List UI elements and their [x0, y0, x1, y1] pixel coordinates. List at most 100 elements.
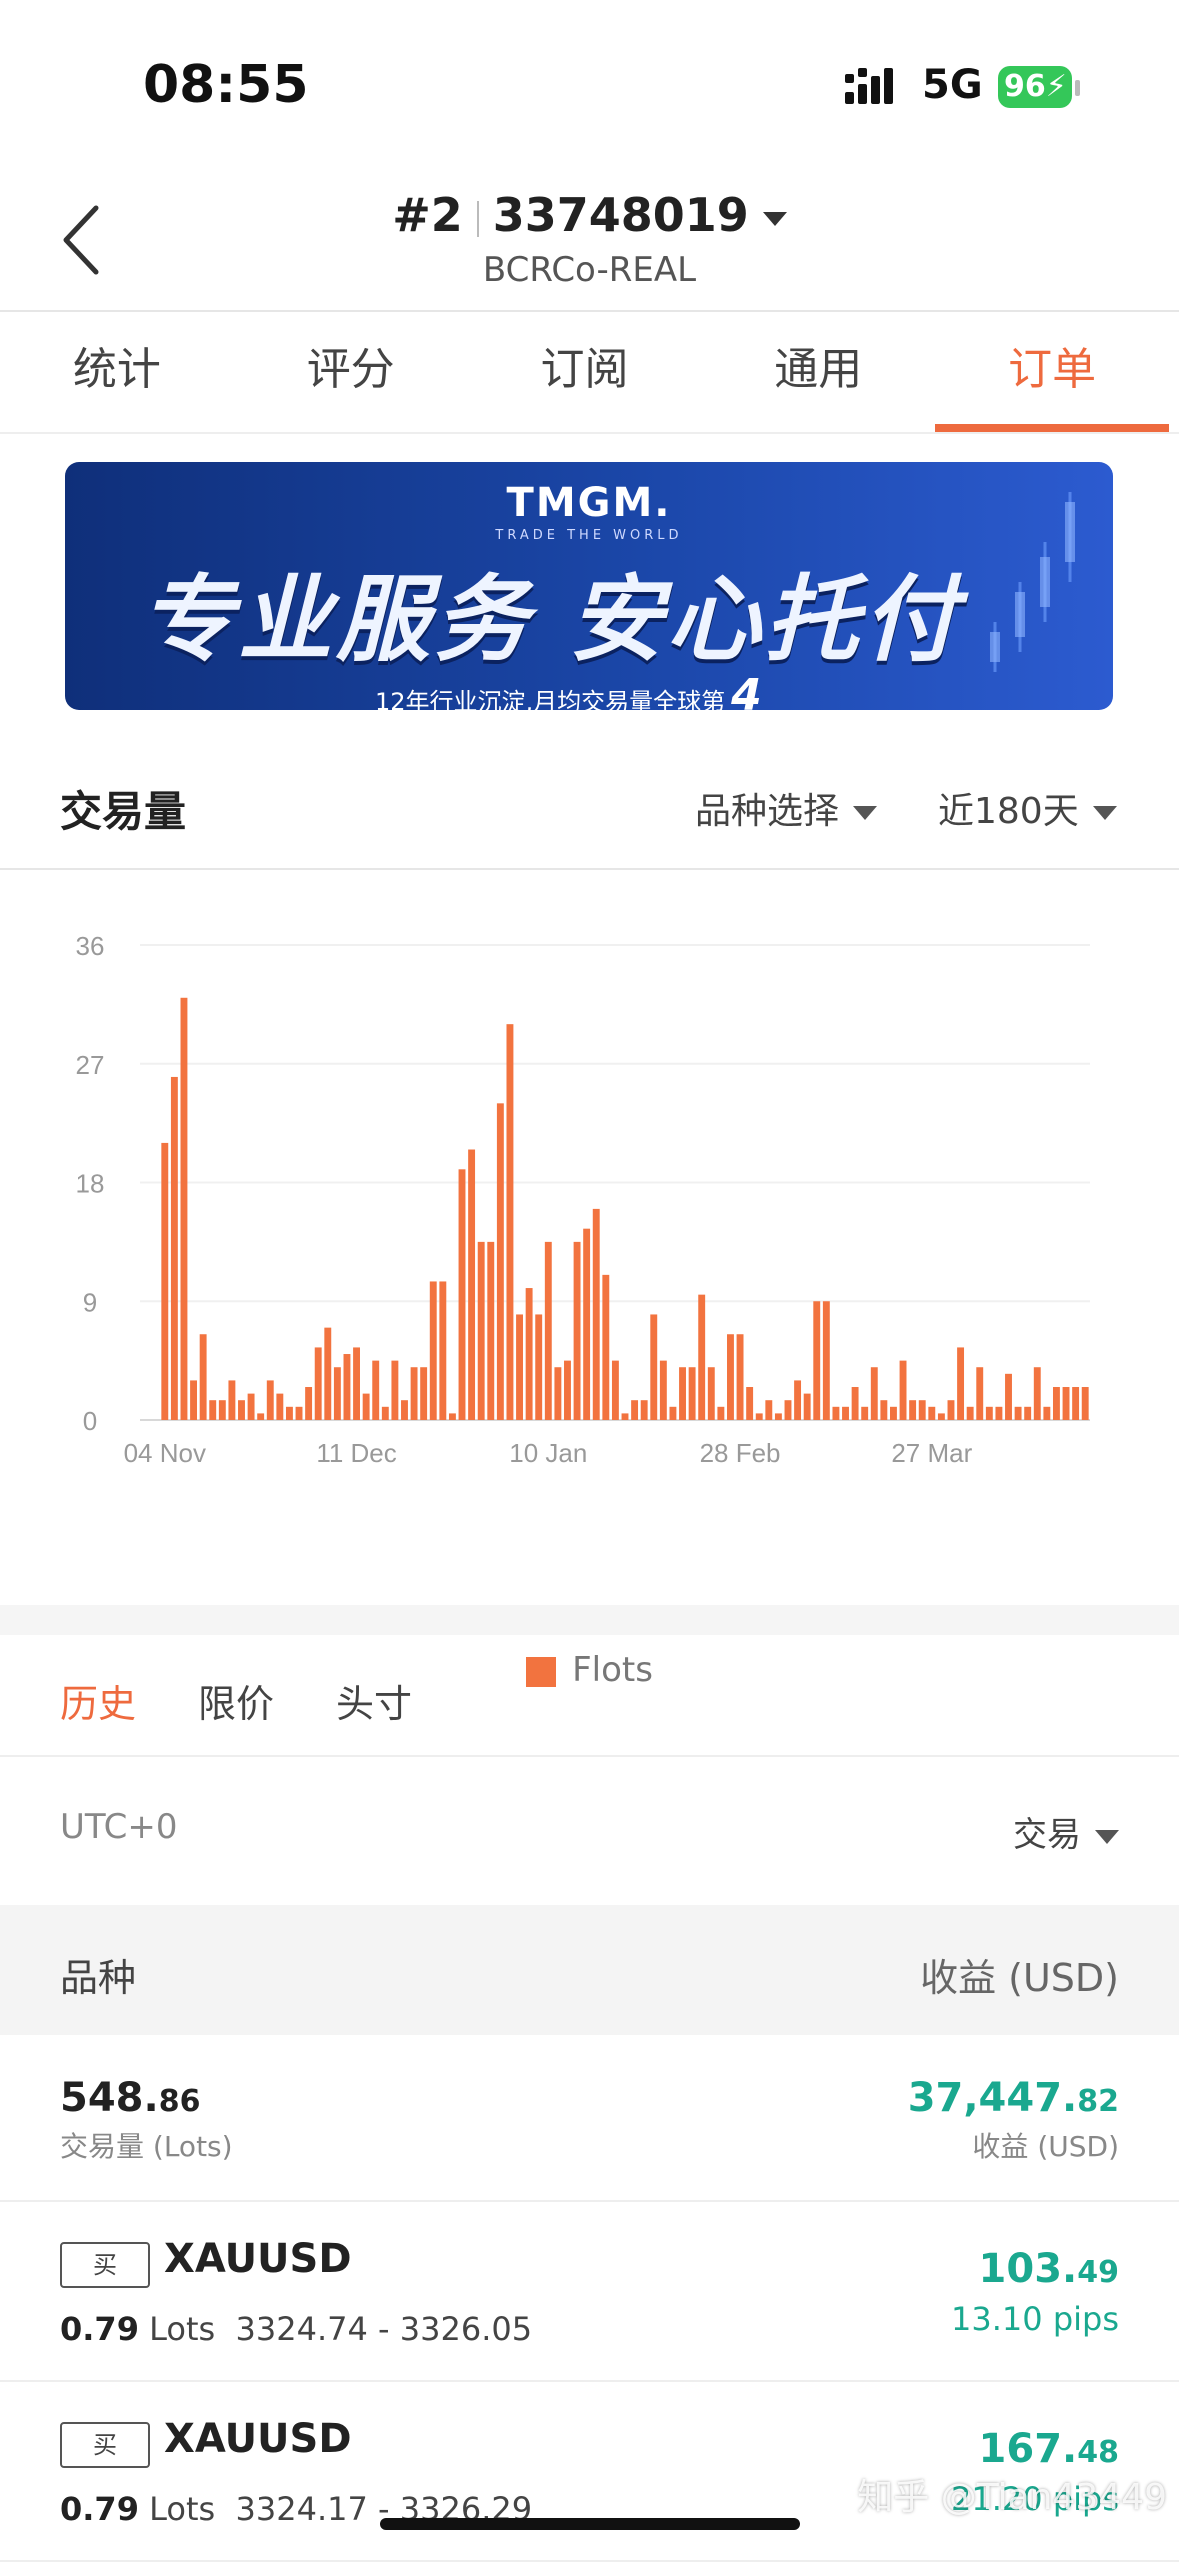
chart-bar[interactable] [995, 1406, 1003, 1420]
chart-bar[interactable] [727, 1334, 734, 1420]
chart-bar[interactable] [525, 1288, 533, 1420]
chart-bar[interactable] [448, 1413, 456, 1420]
chart-bar[interactable] [611, 1360, 619, 1420]
chart-bar[interactable] [295, 1406, 303, 1420]
chart-bar[interactable] [199, 1334, 207, 1420]
period-filter[interactable]: 近180天 [938, 782, 1117, 834]
chart-bar[interactable] [794, 1380, 802, 1420]
chart-bar[interactable] [554, 1367, 562, 1420]
chart-bar[interactable] [564, 1360, 571, 1420]
chart-bar[interactable] [228, 1380, 236, 1420]
chart-bar[interactable] [372, 1360, 380, 1420]
chart-bar[interactable] [238, 1400, 245, 1420]
chart-bar[interactable] [343, 1354, 351, 1420]
chart-bar[interactable] [458, 1169, 466, 1420]
chart-bar[interactable] [573, 1241, 581, 1420]
tab-limit[interactable]: 限价 [198, 1673, 274, 1728]
chart-bar[interactable] [429, 1281, 437, 1420]
chart-bar[interactable] [947, 1400, 955, 1420]
chart-bar[interactable] [583, 1228, 591, 1420]
chart-bar[interactable] [621, 1413, 629, 1420]
tab-subscribe[interactable]: 订阅 [468, 312, 702, 432]
chart-bar[interactable] [650, 1314, 658, 1420]
chart-bar[interactable] [966, 1406, 974, 1420]
tab-history[interactable]: 历史 [60, 1673, 136, 1728]
chart-bar[interactable] [401, 1400, 408, 1420]
chart-bar[interactable] [381, 1406, 389, 1420]
chart-bar[interactable] [851, 1387, 859, 1420]
chart-bar[interactable] [420, 1367, 428, 1420]
tab-positions[interactable]: 头寸 [336, 1673, 412, 1728]
chart-bar[interactable] [285, 1406, 293, 1420]
chart-bar[interactable] [774, 1413, 782, 1420]
chart-bar[interactable] [190, 1380, 198, 1420]
tab-general[interactable]: 通用 [701, 312, 935, 432]
chart-bar[interactable] [218, 1400, 226, 1420]
chart-bar[interactable] [353, 1347, 360, 1420]
chart-bar[interactable] [909, 1400, 917, 1420]
chart-bar[interactable] [1033, 1367, 1041, 1420]
chart-bar[interactable] [391, 1360, 399, 1420]
chart-bar[interactable] [985, 1406, 993, 1420]
chart-bar[interactable] [736, 1334, 744, 1420]
chart-bar[interactable] [362, 1393, 370, 1420]
chart-bar[interactable] [592, 1208, 600, 1420]
chart-bar[interactable] [180, 997, 188, 1420]
chart-bar[interactable] [1024, 1406, 1032, 1420]
chart-bar[interactable] [535, 1314, 543, 1420]
chart-bar[interactable] [822, 1301, 830, 1420]
chart-bar[interactable] [928, 1406, 936, 1420]
chart-bar[interactable] [717, 1406, 725, 1420]
chart-bar[interactable] [832, 1406, 840, 1420]
chart-bar[interactable] [640, 1400, 648, 1420]
tab-stats[interactable]: 统计 [0, 312, 234, 432]
chart-bar[interactable] [324, 1327, 332, 1420]
chart-bar[interactable] [918, 1400, 926, 1420]
chart-bar[interactable] [247, 1393, 255, 1420]
chart-bar[interactable] [803, 1393, 811, 1420]
chart-bar[interactable] [257, 1413, 265, 1420]
tab-rating[interactable]: 评分 [234, 312, 468, 432]
chart-bar[interactable] [937, 1413, 945, 1420]
chart-bar[interactable] [1072, 1387, 1080, 1420]
chart-bar[interactable] [439, 1281, 447, 1420]
home-indicator[interactable] [380, 2518, 800, 2530]
chart-bar[interactable] [276, 1393, 284, 1420]
chart-bar[interactable] [544, 1241, 552, 1420]
chart-bar[interactable] [487, 1241, 495, 1420]
chart-bar[interactable] [784, 1400, 792, 1420]
chart-bar[interactable] [870, 1367, 878, 1420]
chart-bar[interactable] [899, 1360, 907, 1420]
chart-bar[interactable] [880, 1400, 888, 1420]
chart-bar[interactable] [659, 1360, 667, 1420]
chart-bar[interactable] [755, 1413, 763, 1420]
chart-bar[interactable] [813, 1301, 821, 1420]
chart-bar[interactable] [631, 1400, 639, 1420]
chart-bar[interactable] [890, 1406, 897, 1420]
ad-banner[interactable]: TMGM. TRADE THE WORLD 专业服务 安心托付 12年行业沉淀,… [65, 462, 1113, 710]
chart-bar[interactable] [976, 1367, 984, 1420]
chart-bar[interactable] [746, 1387, 754, 1420]
chart-bar[interactable] [679, 1367, 686, 1420]
chart-bar[interactable] [698, 1294, 706, 1420]
chart-bar[interactable] [861, 1406, 869, 1420]
symbol-filter[interactable]: 品种选择 [695, 782, 878, 834]
chart-bar[interactable] [516, 1314, 523, 1420]
account-selector[interactable]: #2 33748019 [0, 188, 1179, 242]
chart-bar[interactable] [266, 1380, 274, 1420]
chart-bar[interactable] [477, 1241, 485, 1420]
chart-bar[interactable] [707, 1367, 715, 1420]
chart-bar[interactable] [209, 1400, 217, 1420]
chart-bar[interactable] [1081, 1387, 1089, 1420]
chart-bar[interactable] [842, 1406, 849, 1420]
chart-bar[interactable] [1043, 1406, 1051, 1420]
chart-bar[interactable] [1014, 1406, 1022, 1420]
chart-bar[interactable] [506, 1024, 514, 1420]
chart-bar[interactable] [957, 1347, 965, 1420]
chart-bar[interactable] [161, 1142, 169, 1420]
chart-bar[interactable] [1005, 1373, 1012, 1420]
chart-bar[interactable] [410, 1367, 418, 1420]
order-row[interactable]: 买 XAUUSD 0.79 Lots 3324.74 - 3326.05 103… [0, 2202, 1179, 2382]
chart-bar[interactable] [765, 1400, 773, 1420]
chart-bar[interactable] [314, 1347, 322, 1420]
